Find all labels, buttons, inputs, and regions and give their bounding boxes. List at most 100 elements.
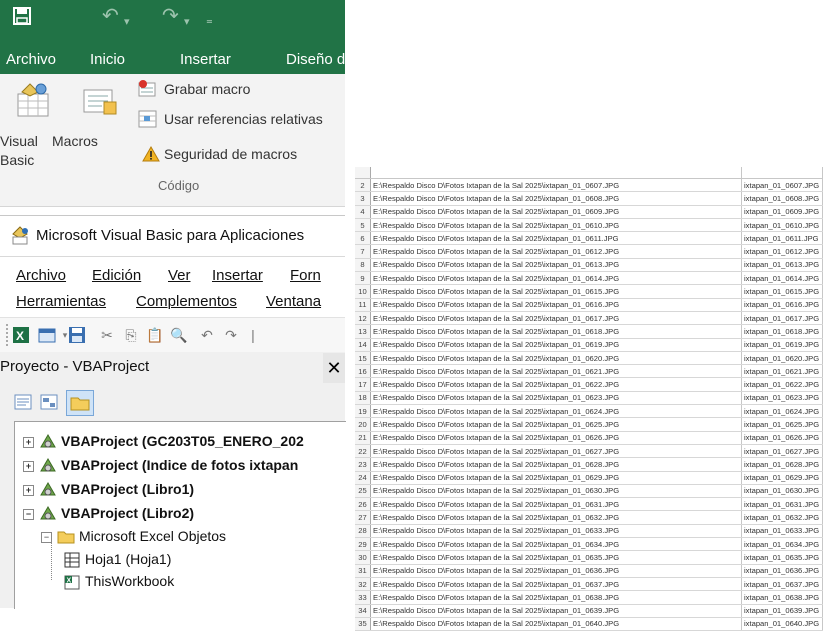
tab-archivo[interactable]: Archivo [6,51,56,68]
path-cell[interactable]: E:\Respaldo Disco D\Fotos Ixtapan de la … [370,324,742,339]
path-cell[interactable]: E:\Respaldo Disco D\Fotos Ixtapan de la … [370,298,742,312]
filename-cell[interactable]: ixtapan_01_0628.JPG [741,457,823,472]
close-icon[interactable]: ✕ [323,353,345,383]
filename-cell[interactable]: ixtapan_01_0631.JPG [741,497,823,512]
view-excel-icon[interactable]: X [12,326,30,344]
filename-cell[interactable]: ixtapan_01_0623.JPG [741,391,823,406]
path-cell[interactable]: E:\Respaldo Disco D\Fotos Ixtapan de la … [370,258,742,273]
path-cell[interactable]: E:\Respaldo Disco D\Fotos Ixtapan de la … [370,617,742,631]
filename-cell[interactable]: ixtapan_01_0630.JPG [741,484,823,499]
paste-icon[interactable]: 📋 [146,326,164,344]
path-cell[interactable]: E:\Respaldo Disco D\Fotos Ixtapan de la … [370,191,742,206]
path-cell[interactable]: E:\Respaldo Disco D\Fotos Ixtapan de la … [370,351,742,366]
tab-insertar[interactable]: Insertar [180,51,231,68]
redo-icon-vba[interactable]: ↷ [222,326,240,344]
menu-archivo[interactable]: Archivo [16,267,66,284]
filename-cell[interactable]: ixtapan_01_0616.JPG [741,298,823,312]
tab-diseno[interactable]: Diseño d [286,51,345,68]
expand-icon[interactable]: + [23,461,34,472]
filename-cell[interactable]: ixtapan_01_0629.JPG [741,471,823,485]
collapse-icon[interactable]: − [23,509,34,520]
path-cell[interactable]: E:\Respaldo Disco D\Fotos Ixtapan de la … [370,271,742,286]
path-cell[interactable]: E:\Respaldo Disco D\Fotos Ixtapan de la … [370,178,742,193]
undo-icon-vba[interactable]: ↶ [198,326,216,344]
find-icon[interactable]: 🔍 [170,326,188,344]
menu-ver[interactable]: Ver [168,267,191,284]
view-code-icon[interactable] [14,394,32,415]
path-cell[interactable]: E:\Respaldo Disco D\Fotos Ixtapan de la … [370,218,742,233]
path-cell[interactable]: E:\Respaldo Disco D\Fotos Ixtapan de la … [370,444,742,459]
filename-cell[interactable]: ixtapan_01_0638.JPG [741,590,823,605]
copy-icon[interactable]: ⎘ [122,326,140,344]
filename-cell[interactable]: ixtapan_01_0612.JPG [741,244,823,259]
path-cell[interactable]: E:\Respaldo Disco D\Fotos Ixtapan de la … [370,524,742,539]
customize-icon[interactable]: ₌ [206,10,213,30]
filename-cell[interactable]: ixtapan_01_0619.JPG [741,338,823,352]
path-cell[interactable]: E:\Respaldo Disco D\Fotos Ixtapan de la … [370,537,742,552]
filename-cell[interactable]: ixtapan_01_0620.JPG [741,351,823,366]
filename-cell[interactable]: ixtapan_01_0609.JPG [741,205,823,219]
redo-icon[interactable]: ↷ [162,6,179,26]
menu-herramientas[interactable]: Herramientas [16,293,106,310]
path-cell[interactable]: E:\Respaldo Disco D\Fotos Ixtapan de la … [370,484,742,499]
filename-cell[interactable]: ixtapan_01_0607.JPG [741,178,823,193]
path-cell[interactable]: E:\Respaldo Disco D\Fotos Ixtapan de la … [370,417,742,432]
view-object-icon[interactable] [40,394,58,415]
filename-cell[interactable]: ixtapan_01_0634.JPG [741,537,823,552]
filename-cell[interactable]: ixtapan_01_0637.JPG [741,577,823,592]
filename-cell[interactable]: ixtapan_01_0635.JPG [741,550,823,565]
visual-basic-label[interactable]: Visual [0,132,38,150]
filename-cell[interactable]: ixtapan_01_0613.JPG [741,258,823,273]
path-cell[interactable]: E:\Respaldo Disco D\Fotos Ixtapan de la … [370,404,742,419]
path-cell[interactable]: E:\Respaldo Disco D\Fotos Ixtapan de la … [370,311,742,326]
filename-cell[interactable]: ixtapan_01_0614.JPG [741,271,823,286]
undo-dropdown-icon[interactable]: ▾ [124,12,130,32]
visual-basic-label-line2[interactable]: Basic [0,151,34,169]
path-cell[interactable] [370,167,742,179]
path-cell[interactable]: E:\Respaldo Disco D\Fotos Ixtapan de la … [370,471,742,485]
filename-cell[interactable]: ixtapan_01_0615.JPG [741,284,823,299]
filename-cell[interactable]: ixtapan_01_0618.JPG [741,324,823,339]
path-cell[interactable]: E:\Respaldo Disco D\Fotos Ixtapan de la … [370,564,742,578]
path-cell[interactable]: E:\Respaldo Disco D\Fotos Ixtapan de la … [370,497,742,512]
expand-icon[interactable]: + [23,485,34,496]
filename-cell[interactable]: ixtapan_01_0626.JPG [741,431,823,445]
cut-icon[interactable]: ✂ [98,326,116,344]
filename-cell[interactable]: ixtapan_01_0622.JPG [741,377,823,392]
path-cell[interactable]: E:\Respaldo Disco D\Fotos Ixtapan de la … [370,604,742,618]
relative-references-icon[interactable] [138,110,158,128]
path-cell[interactable]: E:\Respaldo Disco D\Fotos Ixtapan de la … [370,338,742,352]
menu-insertar[interactable]: Insertar [212,267,263,284]
expand-icon[interactable]: + [23,437,34,448]
path-cell[interactable]: E:\Respaldo Disco D\Fotos Ixtapan de la … [370,590,742,605]
path-cell[interactable]: E:\Respaldo Disco D\Fotos Ixtapan de la … [370,510,742,525]
filename-cell[interactable]: ixtapan_01_0636.JPG [741,564,823,578]
undo-icon[interactable]: ↶ [102,6,119,26]
menu-complementos[interactable]: Complementos [136,293,237,310]
filename-cell[interactable]: ixtapan_01_0633.JPG [741,524,823,539]
visual-basic-icon[interactable] [14,82,54,118]
tab-inicio[interactable]: Inicio [90,51,125,68]
path-cell[interactable]: E:\Respaldo Disco D\Fotos Ixtapan de la … [370,364,742,379]
path-cell[interactable]: E:\Respaldo Disco D\Fotos Ixtapan de la … [370,231,742,246]
redo-dropdown-icon[interactable]: ▾ [184,12,190,32]
macros-icon[interactable] [82,86,122,118]
path-cell[interactable]: E:\Respaldo Disco D\Fotos Ixtapan de la … [370,577,742,592]
filename-cell[interactable]: ixtapan_01_0611.JPG [741,231,823,246]
path-cell[interactable]: E:\Respaldo Disco D\Fotos Ixtapan de la … [370,457,742,472]
path-cell[interactable]: E:\Respaldo Disco D\Fotos Ixtapan de la … [370,431,742,445]
path-cell[interactable]: E:\Respaldo Disco D\Fotos Ixtapan de la … [370,377,742,392]
macro-security-button[interactable]: Seguridad de macros [164,146,297,162]
filename-cell[interactable]: ixtapan_01_0621.JPG [741,364,823,379]
macros-label[interactable]: Macros [52,132,98,150]
filename-cell[interactable]: ixtapan_01_0608.JPG [741,191,823,206]
filename-cell[interactable]: ixtapan_01_0639.JPG [741,604,823,618]
filename-cell[interactable]: ixtapan_01_0610.JPG [741,218,823,233]
filename-cell[interactable]: ixtapan_01_0627.JPG [741,444,823,459]
path-cell[interactable]: E:\Respaldo Disco D\Fotos Ixtapan de la … [370,205,742,219]
filename-cell[interactable]: ixtapan_01_0625.JPG [741,417,823,432]
insert-userform-icon[interactable] [38,326,56,344]
save-icon[interactable] [12,6,32,30]
menu-formato[interactable]: Forn [290,267,321,284]
path-cell[interactable]: E:\Respaldo Disco D\Fotos Ixtapan de la … [370,244,742,259]
